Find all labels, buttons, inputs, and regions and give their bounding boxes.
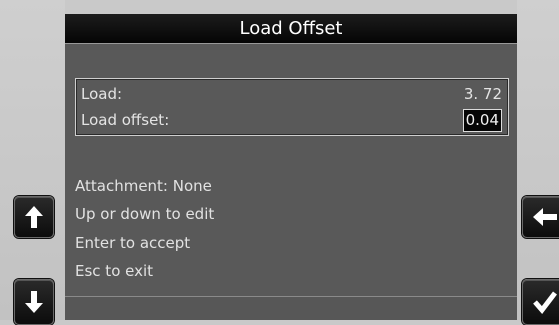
- checkmark-icon: [533, 291, 557, 314]
- load-value: 3. 72: [463, 85, 502, 103]
- title-bar: Load Offset: [65, 14, 517, 44]
- down-button[interactable]: [14, 279, 54, 325]
- attachment-text: Attachment: None: [75, 177, 212, 195]
- load-label: Load:: [81, 85, 123, 103]
- instruction-esc: Esc to exit: [75, 262, 154, 280]
- instruction-updown: Up or down to edit: [75, 205, 215, 223]
- arrow-down-icon: [25, 291, 43, 313]
- footer-bar: [65, 297, 517, 320]
- readout-panel: Load: 3. 72 Load offset: 0.04: [75, 78, 509, 136]
- right-bezel: [517, 0, 559, 320]
- up-button[interactable]: [14, 196, 54, 238]
- arrow-up-icon: [25, 206, 43, 228]
- left-bezel: [0, 0, 65, 320]
- arrow-left-icon: [533, 208, 557, 226]
- load-offset-field[interactable]: 0.04: [462, 109, 502, 132]
- back-button[interactable]: [522, 196, 559, 238]
- display-screen: Load Offset Load: 3. 72 Load offset: 0.0…: [65, 14, 517, 320]
- instruction-enter: Enter to accept: [75, 234, 191, 252]
- accept-button[interactable]: [522, 279, 559, 325]
- load-offset-row: Load offset: 0.04: [81, 107, 502, 133]
- page-title: Load Offset: [239, 18, 343, 39]
- load-row: Load: 3. 72: [81, 81, 502, 107]
- load-offset-label: Load offset:: [81, 111, 170, 129]
